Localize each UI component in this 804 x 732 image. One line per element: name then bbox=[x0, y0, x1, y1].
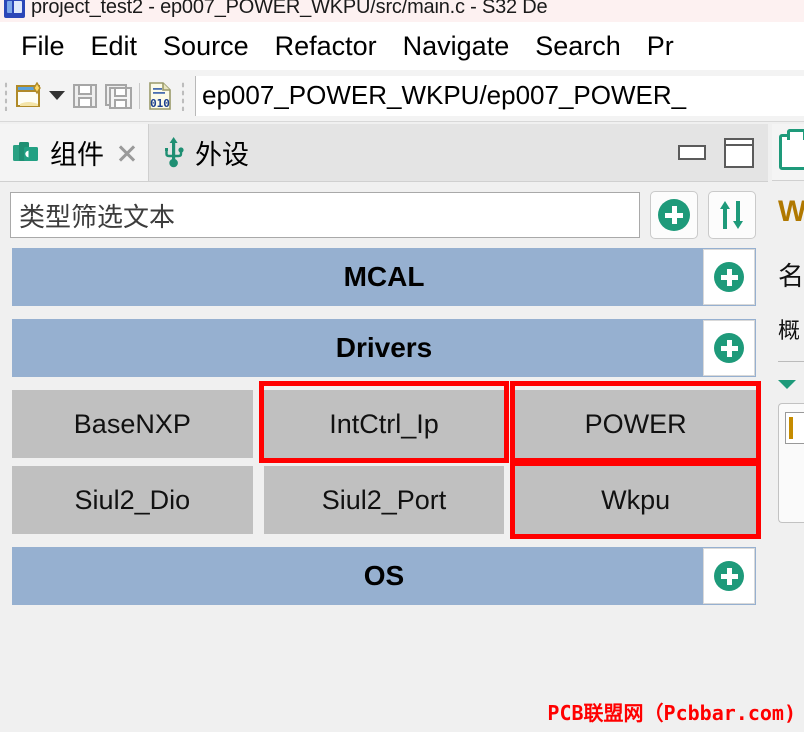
new-file-dropdown-button[interactable] bbox=[46, 78, 68, 114]
plus-circle-icon bbox=[714, 561, 744, 591]
toolbar-grip-2[interactable] bbox=[181, 80, 185, 111]
detail-divider bbox=[778, 361, 804, 362]
detail-panel bbox=[778, 403, 804, 523]
group-label-os: OS bbox=[363, 560, 405, 591]
chevron-down-icon bbox=[49, 91, 65, 100]
group-header-drivers[interactable]: Drivers bbox=[12, 319, 756, 377]
tab-peripherals[interactable]: 外设 bbox=[149, 124, 259, 181]
components-icon bbox=[13, 141, 38, 161]
component-tree: MCAL Drivers BaseNXP IntCtrl_Ip POWER Si… bbox=[0, 248, 768, 605]
component-tile-label: Siul2_Dio bbox=[74, 484, 191, 515]
component-tile-siul2-port[interactable]: Siul2_Port bbox=[263, 466, 505, 534]
hex-editor-button[interactable]: 010 bbox=[143, 78, 177, 114]
editor-path-value: ep007_POWER_WKPU/ep007_POWER_ bbox=[202, 80, 687, 110]
filter-row: 类型筛选文本 bbox=[0, 182, 768, 248]
component-tile-siul2-dio[interactable]: Siul2_Dio bbox=[12, 466, 253, 534]
detail-input-field[interactable] bbox=[785, 412, 804, 444]
save-all-icon bbox=[105, 83, 132, 109]
editor-path-field[interactable]: ep007_POWER_WKPU/ep007_POWER_ bbox=[195, 75, 804, 116]
s32-design-studio-logo-icon bbox=[4, 0, 25, 18]
group-header-os[interactable]: OS bbox=[12, 547, 756, 605]
component-tile-label: BaseNXP bbox=[73, 408, 191, 439]
menu-item-navigate[interactable]: Navigate bbox=[390, 31, 523, 62]
window-title: project_test2 - ep007_POWER_WKPU/src/mai… bbox=[31, 0, 548, 18]
group-label-mcal: MCAL bbox=[343, 261, 425, 292]
hex-editor-010-icon: 010 bbox=[149, 81, 171, 110]
add-to-os-button[interactable] bbox=[703, 548, 755, 604]
search-input-placeholder: 类型筛选文本 bbox=[19, 202, 176, 233]
detail-view-tab-bar bbox=[772, 124, 804, 181]
view-controls bbox=[678, 124, 754, 181]
save-icon bbox=[73, 83, 97, 108]
component-tile-power[interactable]: POWER bbox=[510, 381, 761, 463]
title-bar: project_test2 - ep007_POWER_WKPU/src/mai… bbox=[0, 0, 804, 22]
minimize-icon[interactable] bbox=[678, 145, 706, 160]
detail-title: W bbox=[778, 195, 804, 228]
add-to-drivers-button[interactable] bbox=[703, 320, 755, 376]
search-input[interactable]: 类型筛选文本 bbox=[10, 192, 640, 238]
menu-item-source[interactable]: Source bbox=[150, 31, 262, 62]
collapse-arrow-icon[interactable] bbox=[778, 380, 796, 389]
component-row: Siul2_Dio Siul2_Port Wkpu bbox=[12, 461, 761, 539]
component-tile-label: Siul2_Port bbox=[321, 484, 447, 515]
tab-components[interactable]: 组件 bbox=[0, 124, 149, 181]
usb-peripherals-icon bbox=[165, 136, 184, 167]
detail-name-label: 名 bbox=[778, 262, 804, 292]
sort-button[interactable] bbox=[708, 191, 756, 239]
plus-circle-icon bbox=[714, 262, 744, 292]
menu-item-file[interactable]: File bbox=[8, 31, 78, 62]
watermark: PCB联盟网（Pcbbar.com) bbox=[547, 701, 796, 725]
main-toolbar: 010 ep007_POWER_WKPU/ep007_POWER_ bbox=[0, 70, 804, 122]
peripheral-detail-view: W 名 概 bbox=[772, 124, 804, 732]
menu-item-project[interactable]: Pr bbox=[634, 31, 687, 62]
save-button[interactable] bbox=[68, 78, 102, 114]
component-tile-wkpu[interactable]: Wkpu bbox=[510, 461, 761, 539]
components-view: 组件 外设 类型筛选文本 MCAL Drivers BaseNXP IntCtr… bbox=[0, 124, 768, 732]
toolbar-separator bbox=[139, 82, 140, 109]
component-tile-label: IntCtrl_Ip bbox=[329, 408, 439, 439]
menu-item-refactor[interactable]: Refactor bbox=[262, 31, 390, 62]
svg-text:010: 010 bbox=[150, 97, 170, 110]
menu-item-search[interactable]: Search bbox=[522, 31, 634, 62]
save-all-button[interactable] bbox=[102, 78, 136, 114]
group-header-mcal[interactable]: MCAL bbox=[12, 248, 756, 306]
component-tile-intctrl-ip[interactable]: IntCtrl_Ip bbox=[258, 381, 510, 463]
view-tab-bar: 组件 外设 bbox=[0, 124, 768, 182]
maximize-icon[interactable] bbox=[724, 137, 754, 168]
tab-components-label: 组件 bbox=[50, 140, 104, 171]
plus-circle-icon bbox=[658, 199, 690, 231]
application-window: project_test2 - ep007_POWER_WKPU/src/mai… bbox=[0, 0, 804, 732]
component-tile-label: Wkpu bbox=[601, 484, 671, 515]
component-row: BaseNXP IntCtrl_Ip POWER bbox=[12, 381, 761, 463]
sort-arrows-icon bbox=[720, 201, 743, 229]
detail-view-body: W 名 概 bbox=[772, 181, 804, 523]
toolbar-grip[interactable] bbox=[4, 80, 8, 111]
menu-bar: File Edit Source Refactor Navigate Searc… bbox=[0, 22, 804, 70]
add-component-button[interactable] bbox=[650, 191, 698, 239]
menu-item-edit[interactable]: Edit bbox=[78, 31, 151, 62]
group-label-drivers: Drivers bbox=[335, 332, 433, 363]
clipboard-icon bbox=[779, 129, 804, 170]
close-icon[interactable] bbox=[116, 142, 138, 164]
plus-circle-icon bbox=[714, 333, 744, 363]
component-tile-basenxp[interactable]: BaseNXP bbox=[12, 390, 253, 458]
detail-overview-label: 概 bbox=[778, 319, 801, 344]
component-tile-label: POWER bbox=[584, 408, 687, 439]
new-file-icon bbox=[16, 81, 41, 107]
add-to-mcal-button[interactable] bbox=[703, 249, 755, 305]
new-file-button[interactable] bbox=[12, 78, 46, 114]
tab-peripherals-label: 外设 bbox=[195, 140, 249, 171]
